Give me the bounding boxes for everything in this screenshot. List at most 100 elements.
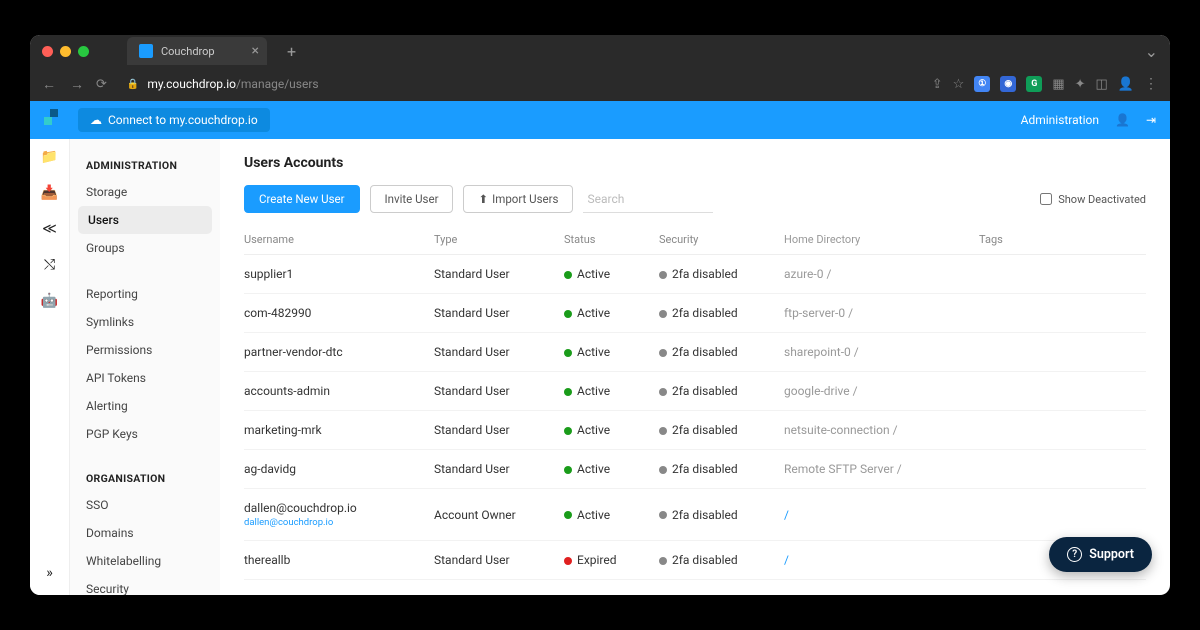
users-table: Username Type Status Security Home Direc… (244, 225, 1146, 580)
sidebar-item-users[interactable]: Users (78, 206, 212, 234)
security-dot-icon (659, 427, 667, 435)
security-dot-icon (659, 557, 667, 565)
robot-icon[interactable]: 🤖 (41, 293, 58, 309)
close-tab-icon[interactable]: × (252, 43, 259, 59)
url-bar[interactable]: 🔒 my.couchdrop.io/manage/users (119, 77, 920, 91)
profile-icon[interactable]: 👤 (1118, 77, 1134, 92)
sidebar-item-symlinks[interactable]: Symlinks (70, 308, 220, 336)
sidebar-item-permissions[interactable]: Permissions (70, 336, 220, 364)
security-dot-icon (659, 511, 667, 519)
show-deactivated-toggle[interactable]: Show Deactivated (1040, 193, 1146, 206)
cell-status: Active (564, 462, 659, 476)
extension-icon[interactable]: ◉ (1000, 76, 1016, 92)
share-icon[interactable]: ⇪ (932, 77, 943, 92)
cell-home: sharepoint-0 / (784, 345, 979, 359)
table-row[interactable]: partner-vendor-dtc Standard User Active … (244, 333, 1146, 372)
status-dot-icon (564, 557, 572, 565)
sidebar-item-domains[interactable]: Domains (70, 519, 220, 547)
create-new-user-button[interactable]: Create New User (244, 185, 360, 213)
sidebar-item-storage[interactable]: Storage (70, 178, 220, 206)
table-row[interactable]: com-482990 Standard User Active 2fa disa… (244, 294, 1146, 333)
cell-home: / (784, 553, 979, 567)
table-row[interactable]: thereallb Standard User Expired 2fa disa… (244, 541, 1146, 580)
share-node-icon[interactable]: ≪ (42, 221, 57, 237)
cloud-icon: ☁ (90, 113, 102, 127)
sidebar-item-alerting[interactable]: Alerting (70, 392, 220, 420)
shuffle-icon[interactable]: ⤭ (44, 257, 55, 273)
logout-icon[interactable]: ⇥ (1146, 113, 1156, 127)
security-dot-icon (659, 349, 667, 357)
status-dot-icon (564, 466, 572, 474)
sidebar: ADMINISTRATION StorageUsersGroups Report… (70, 139, 220, 595)
sidebar-item-pgp-keys[interactable]: PGP Keys (70, 420, 220, 448)
cell-type: Standard User (434, 267, 564, 281)
minimize-window-icon[interactable] (60, 46, 71, 57)
security-dot-icon (659, 388, 667, 396)
support-label: Support (1089, 547, 1134, 562)
topbar-right: Administration 👤 ⇥ (1021, 113, 1156, 127)
close-window-icon[interactable] (42, 46, 53, 57)
col-header-tags[interactable]: Tags (979, 233, 1146, 246)
sidebar-item-sso[interactable]: SSO (70, 491, 220, 519)
extension-icon[interactable]: G (1026, 76, 1042, 92)
table-row[interactable]: supplier1 Standard User Active 2fa disab… (244, 255, 1146, 294)
support-button[interactable]: ? Support (1049, 537, 1152, 572)
window-controls (42, 46, 89, 57)
user-icon[interactable]: 👤 (1115, 113, 1130, 127)
sidebar-item-api-tokens[interactable]: API Tokens (70, 364, 220, 392)
new-tab-button[interactable]: + (287, 42, 296, 61)
lock-icon: 🔒 (127, 79, 139, 90)
cell-username: accounts-admin (244, 384, 434, 398)
administration-link[interactable]: Administration (1021, 113, 1099, 127)
cell-home: netsuite-connection / (784, 423, 979, 437)
folder-icon[interactable]: 📁 (41, 149, 58, 165)
invite-user-button[interactable]: Invite User (370, 185, 454, 213)
table-row[interactable]: ag-davidg Standard User Active 2fa disab… (244, 450, 1146, 489)
upload-icon: ⬆ (478, 192, 488, 206)
sidebar-item-groups[interactable]: Groups (70, 234, 220, 262)
extension-icon[interactable]: ① (974, 76, 990, 92)
browser-toolbar: ← → ⟳ 🔒 my.couchdrop.io/manage/users ⇪ ☆… (30, 67, 1170, 101)
cell-username: com-482990 (244, 306, 434, 320)
col-header-security[interactable]: Security (659, 233, 784, 246)
col-header-status[interactable]: Status (564, 233, 659, 246)
connect-button[interactable]: ☁ Connect to my.couchdrop.io (78, 108, 270, 132)
user-email: dallen@couchdrop.io (244, 517, 434, 528)
sidebar-item-security[interactable]: Security (70, 575, 220, 595)
sidebar-item-whitelabelling[interactable]: Whitelabelling (70, 547, 220, 575)
show-deactivated-checkbox[interactable] (1040, 193, 1052, 205)
col-header-type[interactable]: Type (434, 233, 564, 246)
cell-username: thereallb (244, 553, 434, 567)
logo-icon[interactable] (44, 109, 66, 131)
inbox-icon[interactable]: 📥 (41, 185, 58, 201)
extension-icons: ⇪ ☆ ① ◉ G ▦ ✦ ◫ 👤 ⋮ (932, 76, 1158, 92)
col-header-home[interactable]: Home Directory (784, 233, 979, 246)
forward-button[interactable]: → (70, 76, 84, 93)
menu-icon[interactable]: ⋮ (1144, 76, 1158, 92)
col-header-username[interactable]: Username (244, 233, 434, 246)
search-input[interactable] (583, 186, 713, 213)
box-icon[interactable]: ▦ (1052, 77, 1064, 92)
cell-home: / (784, 508, 979, 522)
expand-rail-icon[interactable]: » (46, 565, 53, 581)
sidebar-item-reporting[interactable]: Reporting (70, 280, 220, 308)
star-icon[interactable]: ☆ (953, 77, 965, 92)
table-row[interactable]: dallen@couchdrop.iodallen@couchdrop.io A… (244, 489, 1146, 541)
security-dot-icon (659, 466, 667, 474)
panel-icon[interactable]: ◫ (1096, 77, 1108, 92)
cell-home: ftp-server-0 / (784, 306, 979, 320)
maximize-window-icon[interactable] (78, 46, 89, 57)
cell-status: Active (564, 423, 659, 437)
back-button[interactable]: ← (42, 76, 56, 93)
main-panel: Users Accounts Create New User Invite Us… (220, 139, 1170, 595)
puzzle-icon[interactable]: ✦ (1075, 77, 1086, 92)
chevron-down-icon[interactable]: ⌄ (1145, 42, 1158, 61)
security-dot-icon (659, 310, 667, 318)
table-row[interactable]: accounts-admin Standard User Active 2fa … (244, 372, 1146, 411)
cell-security: 2fa disabled (659, 267, 784, 281)
import-users-button[interactable]: ⬆Import Users (463, 185, 573, 213)
table-row[interactable]: marketing-mrk Standard User Active 2fa d… (244, 411, 1146, 450)
cell-security: 2fa disabled (659, 508, 784, 522)
browser-tab[interactable]: Couchdrop × (127, 37, 267, 65)
reload-button[interactable]: ⟳ (96, 77, 107, 92)
